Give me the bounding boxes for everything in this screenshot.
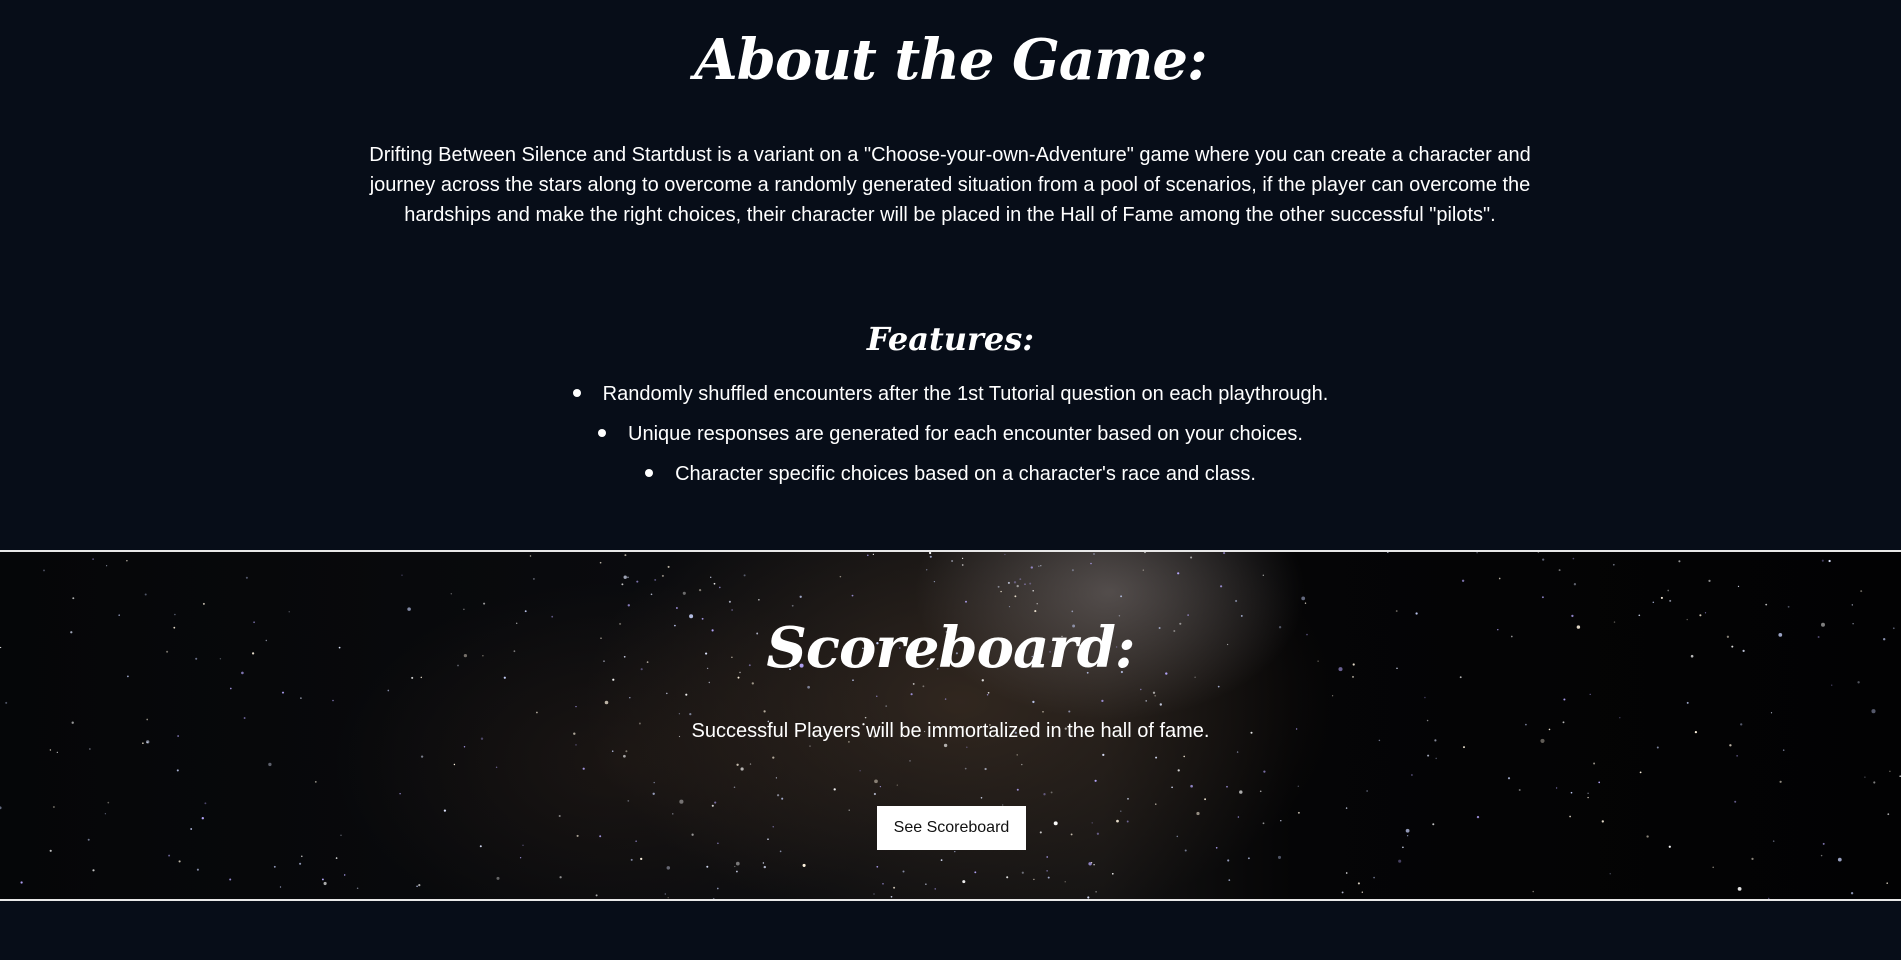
about-description: Drifting Between Silence and Startdust i… [369,144,1531,226]
bullet-icon [645,468,654,477]
feature-item: Unique responses are generated for each … [0,414,1901,454]
feature-text: Unique responses are generated for each … [628,423,1303,445]
feature-item: Randomly shuffled encounters after the 1… [0,374,1901,414]
scoreboard-section: Scoreboard: Successful Players will be i… [0,552,1901,899]
feature-item: Character specific choices based on a ch… [0,454,1901,494]
bullet-icon [572,388,581,397]
feature-text: Randomly shuffled encounters after the 1… [602,383,1329,405]
feature-text: Character specific choices based on a ch… [675,463,1256,485]
bullet-icon [598,428,607,437]
features-list: Randomly shuffled encounters after the 1… [0,374,1901,494]
scoreboard-description: Successful Players will be immortalized … [691,720,1210,742]
features-title: Features: [866,320,1035,358]
about-title: About the Game: [694,27,1207,93]
footer-band [0,901,1901,960]
about-section: About the Game: Drifting Between Silence… [0,0,1901,551]
scoreboard-title: Scoreboard: [766,615,1135,681]
see-scoreboard-button[interactable]: See Scoreboard [877,806,1026,850]
